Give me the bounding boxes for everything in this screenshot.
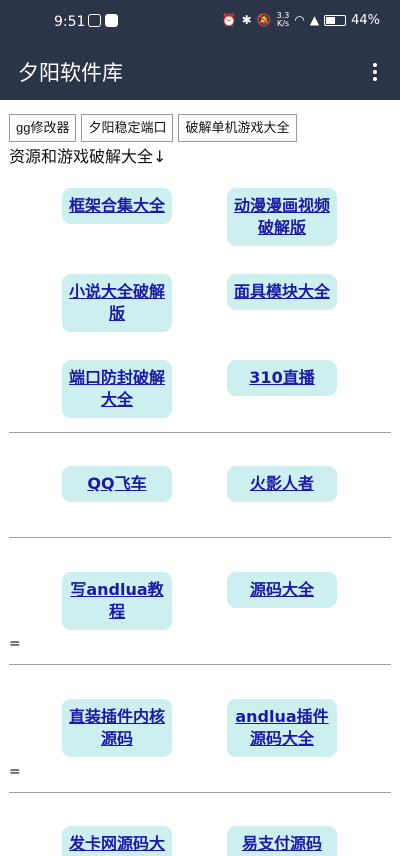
wifi-icon: ◠ xyxy=(294,13,305,27)
more-vert-icon[interactable] xyxy=(364,58,386,86)
bluetooth-icon: ✱ xyxy=(241,13,252,27)
equals-mark: = xyxy=(9,764,21,780)
alarm-icon: ⏰ xyxy=(221,13,237,27)
link-cell: 端口防封破解大全 xyxy=(62,360,172,418)
battery-fill xyxy=(326,16,335,24)
link-port-antiban[interactable]: 端口防封破解大全 xyxy=(62,360,172,418)
battery-percent: 44% xyxy=(351,12,380,28)
equals-mark: = xyxy=(9,636,21,652)
link-cell: 动漫漫画视频破解版 xyxy=(227,188,337,246)
signal-icon: ▲ xyxy=(309,13,320,27)
mute-icon: 🔕 xyxy=(256,13,272,27)
link-cell: 发卡网源码大 xyxy=(62,826,172,856)
status-time: 9:51 xyxy=(54,14,86,30)
battery-icon xyxy=(324,14,347,26)
link-cell: 直装插件内核源码 xyxy=(62,699,172,757)
content: gg修改器 夕阳稳定端口 破解单机游戏大全 资源和游戏破解大全↓ 框架合集大全 … xyxy=(0,100,400,856)
link-310-live[interactable]: 310直播 xyxy=(227,360,337,396)
divider xyxy=(9,792,391,793)
link-cell: QQ飞车 xyxy=(62,466,172,502)
cracked-games-button[interactable]: 破解单机游戏大全 xyxy=(178,114,297,142)
divider xyxy=(9,664,391,665)
divider xyxy=(9,537,391,538)
link-cell: 小说大全破解版 xyxy=(62,274,172,332)
link-qq-speed[interactable]: QQ飞车 xyxy=(62,466,172,502)
link-novels[interactable]: 小说大全破解版 xyxy=(62,274,172,332)
notification-icons xyxy=(88,14,118,27)
link-cell: 面具模块大全 xyxy=(227,274,337,310)
link-plugin-kernel-source[interactable]: 直装插件内核源码 xyxy=(62,699,172,757)
link-card-site-source[interactable]: 发卡网源码大 xyxy=(62,826,172,856)
link-cell: 写andlua教程 xyxy=(62,572,172,630)
game-icon xyxy=(88,14,101,27)
link-source-code[interactable]: 源码大全 xyxy=(227,572,337,608)
status-bar: 9:51 ⏰ ✱ 🔕 3.3 K/s ◠ ▲ 44% xyxy=(0,0,400,46)
link-cell: 310直播 xyxy=(227,360,337,396)
link-anime-comics-video[interactable]: 动漫漫画视频破解版 xyxy=(227,188,337,246)
link-magisk-modules[interactable]: 面具模块大全 xyxy=(227,274,337,310)
net-speed: 3.3 K/s xyxy=(276,11,290,28)
divider xyxy=(9,432,391,433)
link-framework-collection[interactable]: 框架合集大全 xyxy=(62,188,172,224)
link-andlua-tutorial[interactable]: 写andlua教程 xyxy=(62,572,172,630)
link-naruto[interactable]: 火影人者 xyxy=(227,466,337,502)
section-subtitle: 资源和游戏破解大全↓ xyxy=(9,147,167,166)
link-andlua-plugin-source[interactable]: andlua插件源码大全 xyxy=(227,699,337,757)
app-title: 夕阳软件库 xyxy=(18,61,123,85)
app-bar: 夕阳软件库 xyxy=(0,46,400,100)
link-easy-pay-source[interactable]: 易支付源码 xyxy=(227,826,337,856)
system-status: ⏰ ✱ 🔕 3.3 K/s ◠ ▲ 44% xyxy=(222,12,380,28)
link-cell: 源码大全 xyxy=(227,572,337,608)
link-cell: andlua插件源码大全 xyxy=(227,699,337,757)
link-cell: 火影人者 xyxy=(227,466,337,502)
gg-modifier-button[interactable]: gg修改器 xyxy=(9,114,77,142)
shield-icon xyxy=(105,14,118,27)
link-cell: 框架合集大全 xyxy=(62,188,172,224)
top-button-row: gg修改器 夕阳稳定端口 破解单机游戏大全 xyxy=(9,114,297,142)
stable-port-button[interactable]: 夕阳稳定端口 xyxy=(81,114,174,142)
link-cell: 易支付源码 xyxy=(227,826,337,856)
